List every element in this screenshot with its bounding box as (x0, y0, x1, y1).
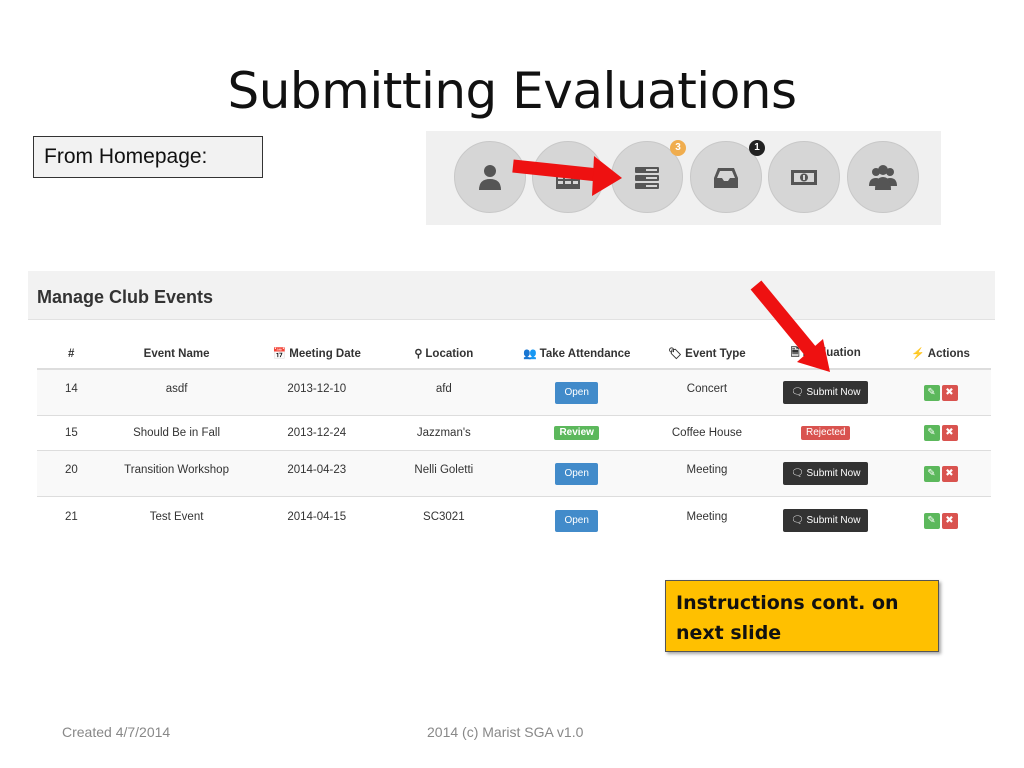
open-attendance-button[interactable]: Open (555, 509, 598, 532)
bolt-icon: ⚡ (911, 348, 925, 360)
event-date: 2014-04-23 (246, 450, 387, 497)
members-icon-button[interactable] (847, 141, 919, 213)
user-icon (479, 165, 501, 190)
edit-icon[interactable]: ✎ (923, 425, 940, 441)
event-name: Transition Workshop (106, 450, 247, 497)
delete-icon[interactable]: ✖ (941, 425, 958, 441)
open-attendance-button[interactable]: Open (555, 381, 598, 404)
calendar-grid-icon (556, 174, 580, 189)
actions-cell: ✎ ✖ (890, 368, 991, 416)
map-marker-icon: ⚲ (414, 348, 423, 360)
comment-icon: 🗨 (791, 515, 807, 526)
review-attendance-button[interactable]: Review (554, 426, 599, 440)
footer-copyright: 2014 (c) Marist SGA v1.0 (427, 724, 584, 740)
panel-title: Manage Club Events (37, 287, 214, 307)
events-count-badge: 3 (670, 140, 686, 156)
evaluation-cell: 🗨 Submit Now (761, 450, 891, 497)
user-icon-button[interactable] (454, 141, 526, 213)
delete-icon[interactable]: ✖ (941, 384, 958, 401)
calendar-icon-button[interactable] (532, 141, 604, 213)
event-type: Concert (652, 368, 762, 416)
event-id: 20 (37, 450, 107, 497)
from-homepage-label: From Homepage: (33, 136, 263, 178)
homepage-icon-strip: 3 1 (426, 131, 941, 225)
delete-icon[interactable]: ✖ (941, 465, 958, 482)
finance-icon-button[interactable] (768, 141, 840, 213)
event-name: asdf (106, 368, 247, 416)
calendar-icon: 📅 (272, 348, 287, 360)
open-attendance-button[interactable]: Open (555, 462, 598, 485)
table-row: 14 asdf 2013-12-10 afd Open Concert 🗨 Su… (37, 368, 991, 416)
document-icon: 🗎 (790, 347, 800, 359)
table-row: 21 Test Event 2014-04-15 SC3021 Open Mee… (37, 496, 991, 544)
actions-cell: ✎ ✖ (890, 496, 991, 544)
slide-title: Submitting Evaluations (227, 62, 797, 120)
event-id: 14 (37, 368, 107, 416)
event-type: Coffee House (652, 415, 762, 451)
submit-evaluation-button[interactable]: 🗨 Submit Now (783, 381, 869, 404)
col-header-meeting-date: 📅 Meeting Date (246, 339, 387, 370)
edit-icon[interactable]: ✎ (923, 384, 940, 401)
event-location: Jazzman's (386, 415, 501, 451)
users-icon: 👥 (522, 348, 537, 360)
attendance-cell: Open (500, 450, 653, 497)
col-header-location: ⚲ Location (386, 339, 501, 370)
edit-icon[interactable]: ✎ (923, 512, 940, 529)
attendance-cell: Review (500, 415, 653, 451)
group-icon (869, 165, 897, 190)
inbox-tray-icon (714, 168, 738, 188)
inbox-count-badge: 1 (749, 140, 765, 156)
event-date: 2013-12-24 (246, 415, 387, 451)
event-name: Test Event (106, 496, 247, 544)
delete-icon[interactable]: ✖ (941, 512, 958, 529)
event-date: 2013-12-10 (246, 368, 387, 416)
attendance-cell: Open (500, 496, 653, 544)
table-row: 15 Should Be in Fall 2013-12-24 Jazzman'… (37, 415, 991, 451)
event-type: Meeting (652, 496, 762, 544)
footer-created-date: Created 4/7/2014 (62, 724, 171, 740)
inbox-icon-button[interactable]: 1 (690, 140, 765, 213)
col-header-id: # (37, 339, 107, 370)
col-header-event-name: Event Name (106, 339, 247, 370)
event-date: 2014-04-15 (246, 496, 387, 544)
rejected-status-badge: Rejected (801, 426, 851, 440)
events-table: # Event Name 📅 Meeting Date ⚲ Location 👥 Ta… (37, 339, 991, 544)
evaluation-cell: 🗨 Submit Now (761, 368, 891, 416)
actions-cell: ✎ ✖ (890, 450, 991, 497)
events-icon-button[interactable]: 3 (611, 140, 686, 213)
col-header-take-attendance: 👥 Take Attendance (500, 339, 653, 370)
attendance-cell: Open (500, 368, 653, 416)
money-bill-icon (791, 170, 817, 185)
submit-evaluation-button[interactable]: 🗨 Submit Now (783, 509, 869, 532)
event-id: 21 (37, 496, 107, 544)
event-type: Meeting (652, 450, 762, 497)
col-header-actions: ⚡ Actions (890, 339, 991, 370)
event-name: Should Be in Fall (106, 415, 247, 451)
evaluation-cell: 🗨 Submit Now (761, 496, 891, 544)
instructions-callout: Instructions cont. on next slide (665, 580, 939, 652)
comment-icon: 🗨 (791, 468, 807, 479)
col-header-evaluation: 🗎 Evaluation (761, 339, 891, 370)
submit-evaluation-button[interactable]: 🗨 Submit Now (783, 462, 869, 485)
tag-icon: 🏷 (668, 348, 683, 360)
evaluation-cell: Rejected (761, 415, 891, 451)
table-row: 20 Transition Workshop 2014-04-23 Nelli … (37, 450, 991, 497)
manage-club-events-panel: Manage Club Events # Event Name 📅 Meeting… (28, 271, 995, 544)
comment-icon: 🗨 (791, 387, 807, 398)
table-header-row: # Event Name 📅 Meeting Date ⚲ Location 👥 Ta… (37, 339, 991, 370)
server-list-icon (635, 167, 659, 189)
col-header-event-type: 🏷 Event Type (652, 339, 762, 370)
event-id: 15 (37, 415, 107, 451)
event-location: afd (386, 368, 501, 416)
actions-cell: ✎ ✖ (890, 415, 991, 451)
panel-header: Manage Club Events (28, 271, 995, 320)
edit-icon[interactable]: ✎ (923, 465, 940, 482)
event-location: Nelli Goletti (386, 450, 501, 497)
event-location: SC3021 (386, 496, 501, 544)
